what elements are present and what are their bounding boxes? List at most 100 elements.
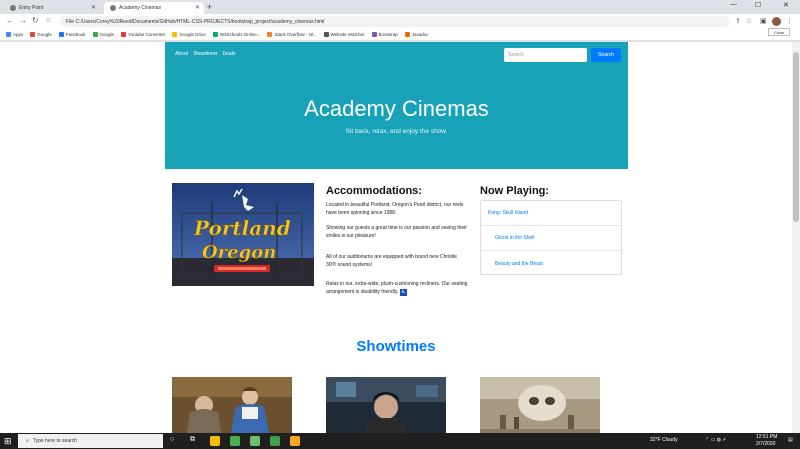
reload-icon[interactable]: ↻ xyxy=(32,16,39,25)
bookmark-label: Bootstrap xyxy=(378,32,398,37)
browser-chrome: Entry Point ✕ Academy Cinemas ✕ + — ☐ ✕ … xyxy=(0,0,800,42)
bookmark-label: Website Watcher xyxy=(330,32,365,37)
close-tab-icon[interactable]: ✕ xyxy=(91,4,96,11)
accommodations-paragraph: Showing our guests a great time is our p… xyxy=(326,225,467,239)
beauty-and-the-beast-poster[interactable] xyxy=(172,377,292,433)
site-subtitle: Sit back, relax, and enjoy the show. xyxy=(345,128,448,135)
extension-icon[interactable]: ▣ xyxy=(760,17,767,25)
site-nav: About Showtimes Deals xyxy=(175,51,235,57)
search-input[interactable]: Search xyxy=(504,48,587,62)
wheelchair-icon: ♿ xyxy=(399,288,407,296)
forward-icon[interactable]: → xyxy=(19,16,27,25)
app-taskbar-icon[interactable] xyxy=(270,436,280,446)
now-playing-beauty[interactable]: Beauty and the Beast xyxy=(481,251,621,276)
tab-entry-point[interactable]: Entry Point ✕ xyxy=(4,2,100,14)
bookmark-icon xyxy=(58,32,64,37)
page-viewport: About Showtimes Deals Search Search Acad… xyxy=(0,42,792,433)
close-tooltip: Close xyxy=(768,28,790,36)
page-scrollbar[interactable] xyxy=(792,42,800,433)
nav-about[interactable]: About xyxy=(175,51,188,57)
bookmark-label: Google xyxy=(37,32,52,37)
kong-skull-island-poster[interactable] xyxy=(480,377,600,433)
bookmark-label: Google Drive xyxy=(179,32,206,37)
search-button[interactable]: Search xyxy=(591,48,621,62)
share-icon[interactable]: ⇪ xyxy=(735,17,741,25)
profile-avatar[interactable] xyxy=(772,17,781,26)
bookmark-item[interactable]: Javadoc xyxy=(404,32,429,37)
svg-text:Oregon: Oregon xyxy=(202,242,276,263)
tab-title: Entry Point xyxy=(19,5,44,11)
window-close-icon[interactable]: ✕ xyxy=(783,1,789,9)
bookmark-icon xyxy=(267,32,273,37)
bookmark-item[interactable]: Website Watcher xyxy=(323,32,365,37)
bookmark-icon xyxy=(6,32,11,37)
accommodations-paragraph: Located in beautiful Portland, Oregon's … xyxy=(326,202,464,216)
bookmark-label: Apps xyxy=(13,32,24,37)
clock-date[interactable]: 2/7/2020 xyxy=(756,441,775,447)
taskbar-search-input[interactable]: ⌕ Type here to search xyxy=(18,434,163,448)
menu-icon[interactable]: ⋮ xyxy=(786,17,793,25)
app-taskbar-icon[interactable] xyxy=(250,436,260,446)
tray-icons[interactable]: ⌃ ▭ ◍ ⚡ xyxy=(705,437,726,443)
now-playing-kong[interactable]: Kong: Skull Island xyxy=(481,201,621,226)
maximize-icon[interactable]: ☐ xyxy=(755,1,761,9)
task-view-icon[interactable]: ⧉ xyxy=(190,436,200,446)
windows-start-icon[interactable]: ⊞ xyxy=(4,436,12,447)
accommodations-heading: Accommodations: xyxy=(326,185,422,197)
bookmark-icon xyxy=(404,32,410,37)
cortana-icon[interactable]: ○ xyxy=(170,436,180,446)
home-icon[interactable]: ⌂ xyxy=(46,17,50,24)
minimize-icon[interactable]: — xyxy=(730,1,737,8)
bookmark-label: Google xyxy=(99,32,115,37)
back-icon[interactable]: ← xyxy=(6,16,14,25)
app-taskbar-icon[interactable] xyxy=(230,436,240,446)
bookmark-label: W3Schools Online... xyxy=(219,32,261,37)
globe-icon xyxy=(110,5,116,11)
search-icon: ⌕ xyxy=(26,438,29,444)
bookmark-item[interactable]: Bootstrap xyxy=(371,32,398,37)
bookmark-item[interactable]: Apps xyxy=(6,32,23,37)
browser-toolbar: ← → ↻ ⌂ File C:/Users/Corey%20Reed/Docum… xyxy=(0,14,800,29)
bookmark-item[interactable]: Stack Overflow - W... xyxy=(267,32,317,37)
bookmark-icon xyxy=(323,32,329,37)
weather-status[interactable]: 32°F Cloudy xyxy=(650,437,678,443)
star-icon[interactable]: ☆ xyxy=(746,17,752,25)
clock-time[interactable]: 12:51 PM xyxy=(756,434,777,440)
scrollbar-thumb[interactable] xyxy=(793,52,799,222)
nav-deals[interactable]: Deals xyxy=(223,51,236,57)
new-tab-icon[interactable]: + xyxy=(207,2,212,12)
bookmark-icon xyxy=(212,32,218,37)
ghost-in-the-shell-poster[interactable] xyxy=(326,377,446,433)
windows-taskbar: ⊞ ⌕ Type here to search ○ ⧉ 32°F Cloudy … xyxy=(0,433,800,449)
bookmark-item[interactable]: Facebook xyxy=(58,32,86,37)
bookmark-item[interactable]: Youtube Converter xyxy=(121,32,165,37)
bookmark-label: Stack Overflow - W... xyxy=(274,32,317,37)
tab-title: Academy Cinemas xyxy=(119,5,161,11)
showtimes-heading: Showtimes xyxy=(356,338,436,355)
svg-text:Portland: Portland xyxy=(193,216,291,240)
bookmark-item[interactable]: Google xyxy=(92,32,115,37)
bookmark-item[interactable]: Google Drive xyxy=(172,32,206,37)
bookmark-item[interactable]: W3Schools Online... xyxy=(212,32,261,37)
bookmark-icon xyxy=(371,32,377,37)
bookmark-label: Facebook xyxy=(65,32,86,37)
now-playing-list: Kong: Skull Island Ghost in the Shell Be… xyxy=(480,200,622,275)
accommodations-paragraph: Relax in our, extra-wide, plush-cushioni… xyxy=(326,281,468,296)
accommodations-paragraph-text: Relax in our, extra-wide, plush-cushioni… xyxy=(326,281,468,295)
bookmarks-bar: Apps Google Facebook Google Youtube Converte… xyxy=(0,29,800,41)
bookmark-icon xyxy=(172,32,178,37)
tab-academy-cinemas[interactable]: Academy Cinemas ✕ xyxy=(104,2,204,14)
chrome-taskbar-icon[interactable] xyxy=(210,436,220,446)
notifications-icon[interactable]: ▤ xyxy=(788,437,793,443)
now-playing-heading: Now Playing: xyxy=(480,185,550,197)
file-explorer-icon[interactable] xyxy=(290,436,300,446)
bookmark-item[interactable]: Google xyxy=(30,32,52,37)
nav-showtimes[interactable]: Showtimes xyxy=(193,51,217,57)
tab-strip: Entry Point ✕ Academy Cinemas ✕ + — ☐ ✕ xyxy=(0,0,800,14)
now-playing-ghost[interactable]: Ghost in the Shell xyxy=(481,226,621,251)
address-bar[interactable]: File C:/Users/Corey%20Reed/Documents/Git… xyxy=(60,16,730,27)
portland-oregon-sign-image: Portland Oregon xyxy=(172,183,314,286)
accommodations-paragraph: All of our auditoriums are equipped with… xyxy=(326,254,457,268)
site-title: Academy Cinemas xyxy=(304,96,489,121)
close-tab-icon[interactable]: ✕ xyxy=(195,4,200,11)
